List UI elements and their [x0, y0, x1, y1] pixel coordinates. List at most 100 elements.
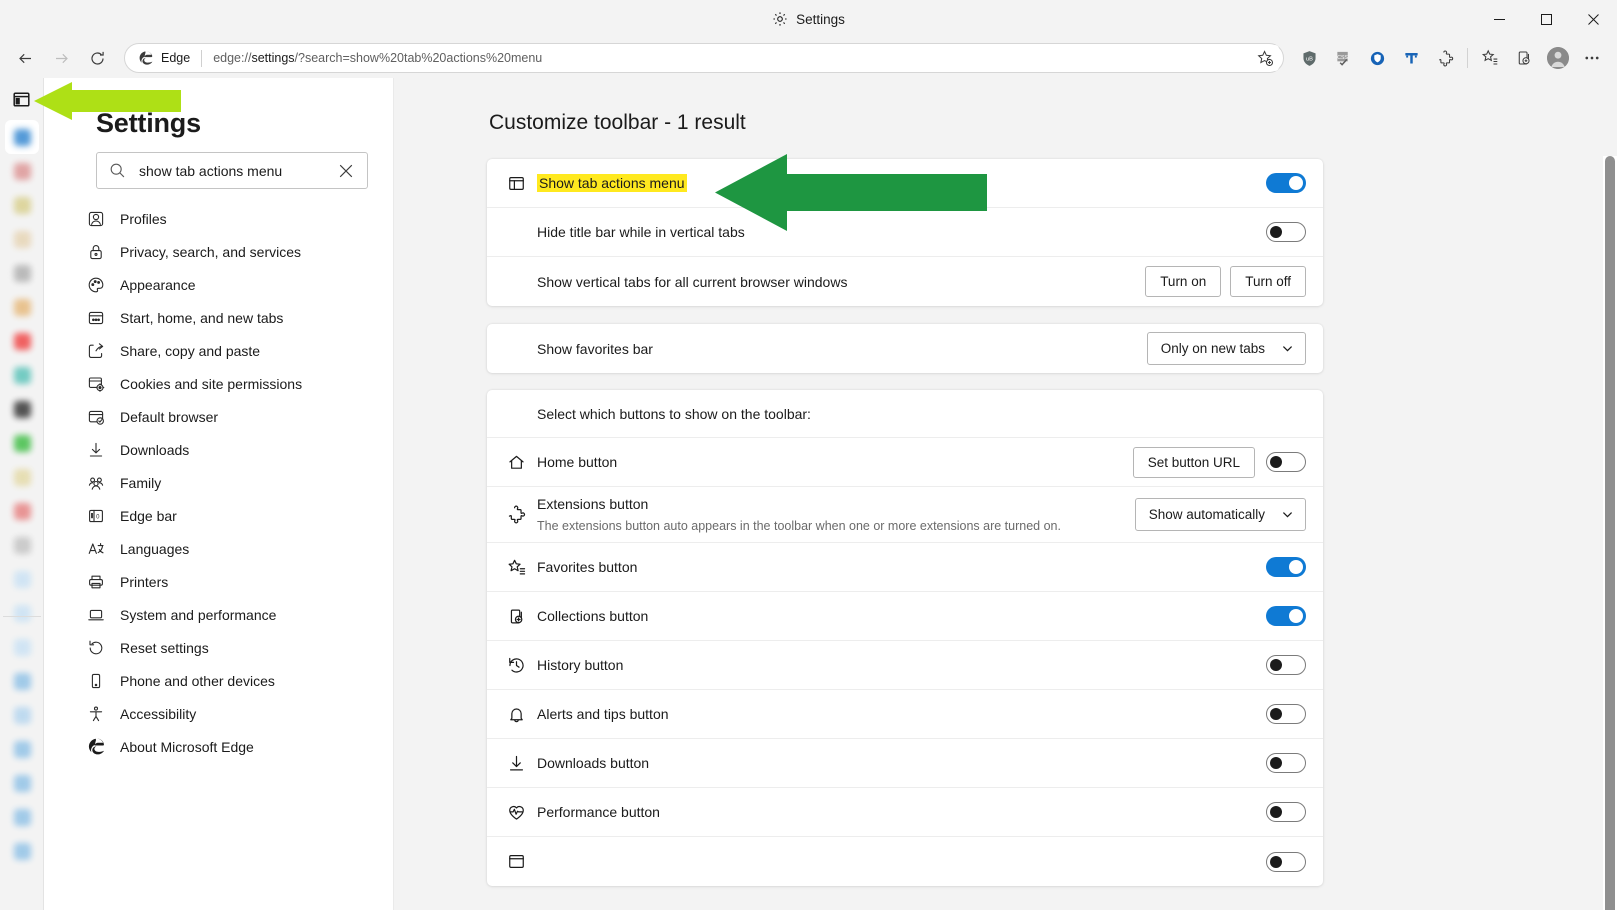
toggle-switch[interactable]: [1266, 222, 1306, 242]
performance-button-row[interactable]: Performance button: [487, 788, 1323, 837]
row-body: Downloads button: [537, 746, 1266, 780]
vertical-tab[interactable]: [5, 528, 39, 562]
turn-on-button[interactable]: Turn on: [1145, 266, 1221, 297]
show-tab-actions-menu-row[interactable]: Show tab actions menu: [487, 159, 1323, 208]
hide-title-bar-row[interactable]: Hide title bar while in vertical tabs: [487, 208, 1323, 257]
sidebar-item-system-and-performance[interactable]: System and performance: [74, 598, 374, 631]
toggle-switch[interactable]: [1266, 802, 1306, 822]
sidebar-item-default-browser[interactable]: Default browser: [74, 400, 374, 433]
row-label: Downloads button: [537, 755, 649, 771]
main-heading: Customize toolbar - 1 result: [489, 111, 746, 135]
extensions-puzzle-icon[interactable]: [1428, 42, 1462, 74]
minimize-button[interactable]: [1476, 0, 1523, 38]
vertical-tab[interactable]: [5, 256, 39, 290]
close-button[interactable]: [1570, 0, 1617, 38]
toggle-switch[interactable]: [1266, 753, 1306, 773]
sidebar-item-cookies-and-site-permissions[interactable]: Cookies and site permissions: [74, 367, 374, 400]
sidebar-item-label: System and performance: [120, 607, 276, 623]
dropdown-select[interactable]: Only on new tabs: [1147, 332, 1306, 365]
sidebar-item-about-microsoft-edge[interactable]: About Microsoft Edge: [74, 730, 374, 763]
vertical-tab[interactable]: [5, 358, 39, 392]
clear-search-icon[interactable]: [333, 158, 359, 184]
refresh-button[interactable]: [80, 42, 114, 74]
toggle-switch[interactable]: [1266, 452, 1306, 472]
settings-search[interactable]: [96, 152, 368, 189]
toggle-switch[interactable]: [1266, 852, 1306, 872]
settings-and-more-button[interactable]: [1575, 42, 1609, 74]
show-vertical-tabs-all-windows-row[interactable]: Show vertical tabs for all current brows…: [487, 257, 1323, 306]
sidebar-item-reset-settings[interactable]: Reset settings: [74, 631, 374, 664]
vertical-tab[interactable]: [5, 290, 39, 324]
show-favorites-bar-row[interactable]: Show favorites barOnly on new tabs: [487, 324, 1323, 373]
sidebar-item-label: Default browser: [120, 409, 218, 425]
vertical-tab[interactable]: [5, 392, 39, 426]
forward-button[interactable]: [44, 42, 78, 74]
vertical-tab[interactable]: [5, 698, 39, 732]
vertical-tab[interactable]: [5, 766, 39, 800]
vertical-tab[interactable]: [5, 120, 39, 154]
sidebar-item-downloads[interactable]: Downloads: [74, 433, 374, 466]
partial-next-row[interactable]: [487, 837, 1323, 886]
ublock-origin-icon[interactable]: uB: [1292, 42, 1326, 74]
sidebar-item-appearance[interactable]: Appearance: [74, 268, 374, 301]
download-icon: [505, 752, 527, 774]
scrollbar-thumb[interactable]: [1605, 156, 1615, 910]
profile-button[interactable]: [1541, 42, 1575, 74]
sidebar-item-privacy-search-and-services[interactable]: Privacy, search, and services: [74, 235, 374, 268]
page-scrollbar[interactable]: [1603, 156, 1617, 910]
sidebar-item-phone-and-other-devices[interactable]: Phone and other devices: [74, 664, 374, 697]
sidebar-item-printers[interactable]: Printers: [74, 565, 374, 598]
row-controls: [1266, 753, 1306, 773]
dropdown-select[interactable]: Show automatically: [1135, 498, 1306, 531]
collections-button-row[interactable]: Collections button: [487, 592, 1323, 641]
vertical-tab[interactable]: [5, 596, 39, 630]
sidebar-item-accessibility[interactable]: Accessibility: [74, 697, 374, 730]
vertical-tab[interactable]: [5, 630, 39, 664]
address-bar[interactable]: Edge edge://settings/?search=show%20tab%…: [124, 43, 1284, 73]
toggle-switch[interactable]: [1266, 606, 1306, 626]
vertical-tab[interactable]: [5, 732, 39, 766]
sidebar-item-family[interactable]: Family: [74, 466, 374, 499]
add-favorite-icon[interactable]: [1251, 45, 1279, 71]
vertical-tab[interactable]: [5, 426, 39, 460]
collections-button[interactable]: [1507, 42, 1541, 74]
toggle-switch[interactable]: [1266, 655, 1306, 675]
back-button[interactable]: [8, 42, 42, 74]
sidebar-item-languages[interactable]: Languages: [74, 532, 374, 565]
search-input[interactable]: [126, 163, 333, 179]
favorites-button-row[interactable]: Favorites button: [487, 543, 1323, 592]
extensions-button-row[interactable]: Extensions buttonThe extensions button a…: [487, 487, 1323, 543]
tab-favicon: [14, 639, 31, 656]
vertical-tab[interactable]: [5, 324, 39, 358]
vertical-tab[interactable]: [5, 222, 39, 256]
toggle-switch[interactable]: [1266, 704, 1306, 724]
vertical-tab[interactable]: [5, 562, 39, 596]
sidebar-item-label: About Microsoft Edge: [120, 739, 254, 755]
history-button-row[interactable]: History button: [487, 641, 1323, 690]
vertical-tab[interactable]: [5, 188, 39, 222]
css-extension-icon[interactable]: CSS: [1326, 42, 1360, 74]
sidebar-item-edge-bar[interactable]: 0Edge bar: [74, 499, 374, 532]
vertical-tab[interactable]: [5, 834, 39, 868]
toggle-switch[interactable]: [1266, 557, 1306, 577]
tampermonkey-icon[interactable]: [1394, 42, 1428, 74]
toggle-switch[interactable]: [1266, 173, 1306, 193]
home-button-row[interactable]: Home buttonSet button URL: [487, 438, 1323, 487]
sidebar-item-start-home-and-new-tabs[interactable]: Start, home, and new tabs: [74, 301, 374, 334]
favorites-button[interactable]: [1473, 42, 1507, 74]
bitwarden-icon[interactable]: [1360, 42, 1394, 74]
row-controls: [1266, 606, 1306, 626]
vertical-tab[interactable]: [5, 460, 39, 494]
alerts-and-tips-button-row[interactable]: Alerts and tips button: [487, 690, 1323, 739]
vertical-tab[interactable]: [5, 800, 39, 834]
vertical-tab[interactable]: [5, 154, 39, 188]
downloads-button-row[interactable]: Downloads button: [487, 739, 1323, 788]
maximize-button[interactable]: [1523, 0, 1570, 38]
sidebar-item-profiles[interactable]: Profiles: [74, 202, 374, 235]
set-button-url-button[interactable]: Set button URL: [1133, 447, 1255, 478]
vertical-tab[interactable]: [5, 494, 39, 528]
sidebar-item-share-copy-and-paste[interactable]: Share, copy and paste: [74, 334, 374, 367]
vertical-tab[interactable]: [5, 664, 39, 698]
turn-off-button[interactable]: Turn off: [1230, 266, 1306, 297]
vertical-tabs-toggle-button[interactable]: [0, 78, 43, 120]
